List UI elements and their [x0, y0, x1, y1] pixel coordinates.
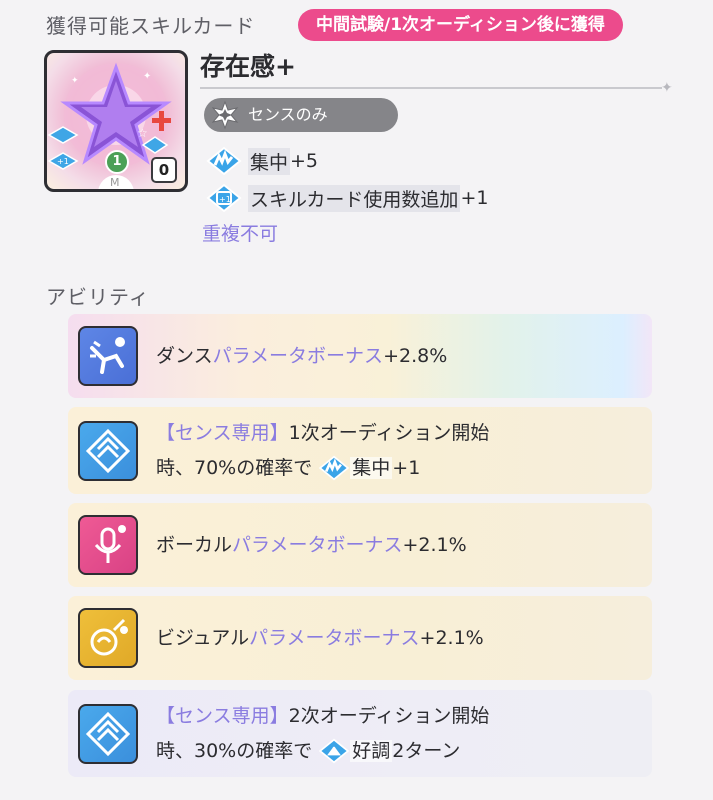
buff-label: 好調 — [350, 739, 393, 762]
acquisition-timing-badge: 中間試験/1次オーディション後に獲得 — [298, 9, 623, 41]
ability-text: 【センス専用】1次オーディション開始 時、70%の確率で 集中 +1 — [156, 416, 489, 486]
ability-text: ビジュアルパラメータボーナス+2.1% — [156, 621, 484, 656]
card-effect-card-usage: +1 スキルカード使用数追加 +1 — [206, 182, 488, 214]
ability-text: ボーカルパラメータボーナス+2.1% — [156, 528, 467, 563]
ability-prefix: ビジュアル — [156, 626, 250, 649]
ability-highlight: パラメータボーナス — [212, 344, 384, 367]
card-effect-concentration: 集中 +5 — [206, 145, 318, 177]
ability-row[interactable]: ボーカルパラメータボーナス+2.1% — [68, 503, 652, 587]
plan-restriction-label: センスのみ — [248, 105, 328, 124]
svg-text:☆: ☆ — [137, 126, 148, 140]
card-level-badge: 1 — [105, 150, 129, 174]
ability-row[interactable]: ビジュアルパラメータボーナス+2.1% — [68, 596, 652, 680]
svg-text:M: M — [110, 176, 120, 189]
card-usage-plus-icon: +1 — [206, 183, 242, 213]
ability-prefix: ボーカル — [156, 533, 233, 556]
ability-section-title: アビリティ — [46, 285, 150, 309]
ability-text: 【センス専用】2次オーディション開始 時、30%の確率で 好調 2ターン — [156, 699, 489, 769]
vocal-icon — [78, 515, 138, 575]
dance-icon — [78, 326, 138, 386]
effect-label: スキルカード使用数追加 — [248, 184, 461, 212]
concentration-icon — [319, 455, 350, 481]
ability-plan-tag: 【センス専用】 — [156, 421, 289, 444]
sense-plan-icon — [78, 420, 138, 481]
effect-label: 集中 — [248, 147, 291, 175]
effect-value: +5 — [290, 150, 319, 172]
skill-card-image[interactable]: ✦ ✦ ☆ +1 M 1 0 — [44, 50, 188, 192]
concentration-icon — [206, 146, 242, 176]
ability-line1: 1次オーディション開始 — [288, 421, 490, 444]
ability-value: +2.1% — [419, 626, 484, 649]
ability-row[interactable]: 【センス専用】2次オーディション開始 時、30%の確率で 好調 2ターン — [68, 690, 652, 777]
svg-text:✦: ✦ — [71, 76, 79, 86]
no-duplicate-note: 重複不可 — [202, 223, 279, 245]
skill-card-section-title: 獲得可能スキルカード — [46, 14, 256, 38]
svg-text:✦: ✦ — [143, 71, 151, 82]
ability-prefix: ダンス — [156, 344, 213, 367]
buff-label: 集中 — [350, 456, 393, 479]
sense-plan-icon — [211, 100, 239, 130]
svg-text:+1: +1 — [219, 195, 231, 204]
plan-restriction-badge: センスのみ — [204, 98, 398, 132]
name-divider — [200, 87, 662, 89]
divider-sparkle-icon: ✦ — [661, 80, 673, 96]
ability-text: ダンスパラメータボーナス+2.8% — [156, 339, 447, 374]
ability-plan-tag: 【センス専用】 — [156, 704, 289, 727]
good-condition-icon — [319, 738, 350, 764]
ability-line2: 時、30%の確率で — [156, 739, 313, 762]
buff-value: +1 — [392, 456, 421, 479]
sense-plan-icon — [78, 703, 138, 764]
ability-line1: 2次オーディション開始 — [288, 704, 490, 727]
ability-row[interactable]: ダンスパラメータボーナス+2.8% — [68, 314, 652, 398]
ability-highlight: パラメータボーナス — [249, 626, 420, 649]
visual-icon — [78, 608, 138, 668]
skill-card-name: 存在感+ — [200, 52, 296, 81]
effect-value: +1 — [460, 187, 489, 209]
ability-row[interactable]: 【センス専用】1次オーディション開始 時、70%の確率で 集中 +1 — [68, 407, 652, 494]
card-cost-value: 0 — [151, 157, 177, 183]
buff-value: 2ターン — [392, 739, 461, 762]
svg-text:+1: +1 — [57, 157, 69, 166]
ability-highlight: パラメータボーナス — [232, 533, 403, 556]
ability-line2: 時、70%の確率で — [156, 456, 313, 479]
ability-value: +2.8% — [383, 344, 448, 367]
ability-value: +2.1% — [402, 533, 467, 556]
